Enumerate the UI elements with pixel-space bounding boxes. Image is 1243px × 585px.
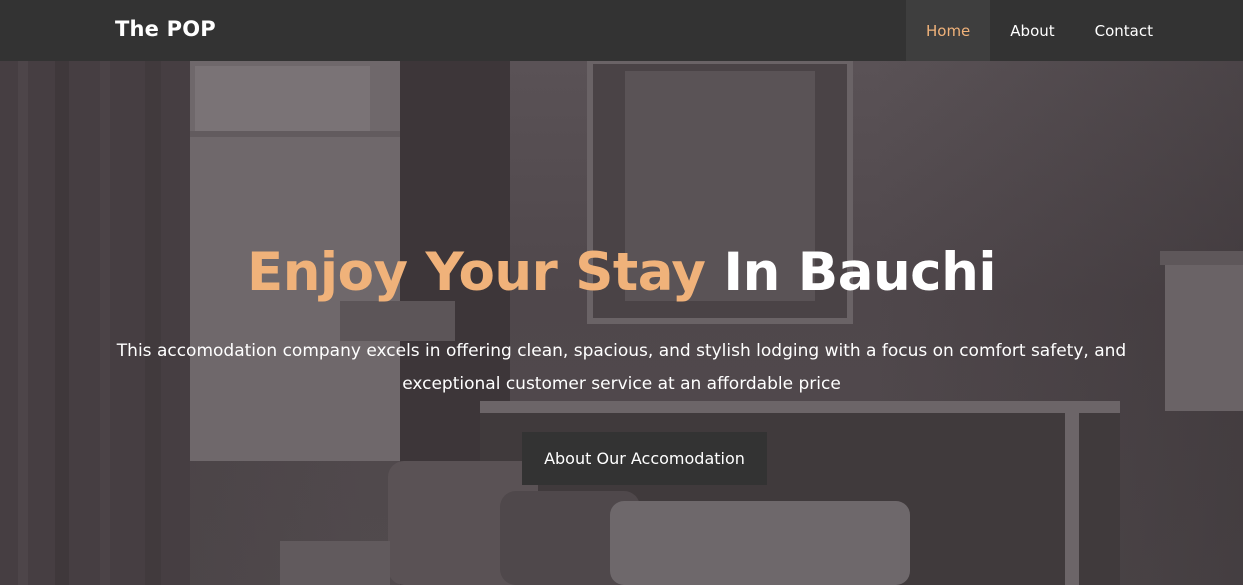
hero-title-accent: Enjoy Your Stay — [246, 242, 706, 303]
brand-logo[interactable]: The POP — [115, 14, 216, 44]
hero-title-rest: In Bauchi — [723, 242, 997, 303]
top-navbar: The POP Home About Contact — [0, 0, 1243, 61]
nav-item-home[interactable]: Home — [905, 0, 991, 61]
hero-background-image — [0, 61, 1243, 585]
nav-menu: Home About Contact — [905, 0, 1173, 61]
nav-item-about[interactable]: About — [990, 0, 1074, 61]
hero-title: Enjoy Your Stay In Bauchi — [0, 236, 1243, 310]
about-accommodation-button[interactable]: About Our Accomodation — [522, 432, 767, 485]
hero-description-line-1: This accomodation company excels in offe… — [116, 341, 1127, 361]
hero-description: This accomodation company excels in offe… — [0, 335, 1243, 401]
hero-description-line-2: exceptional customer service at an affor… — [402, 374, 841, 394]
hero-section: Enjoy Your Stay In Bauchi This accomodat… — [0, 61, 1243, 585]
nav-item-contact[interactable]: Contact — [1075, 0, 1173, 61]
